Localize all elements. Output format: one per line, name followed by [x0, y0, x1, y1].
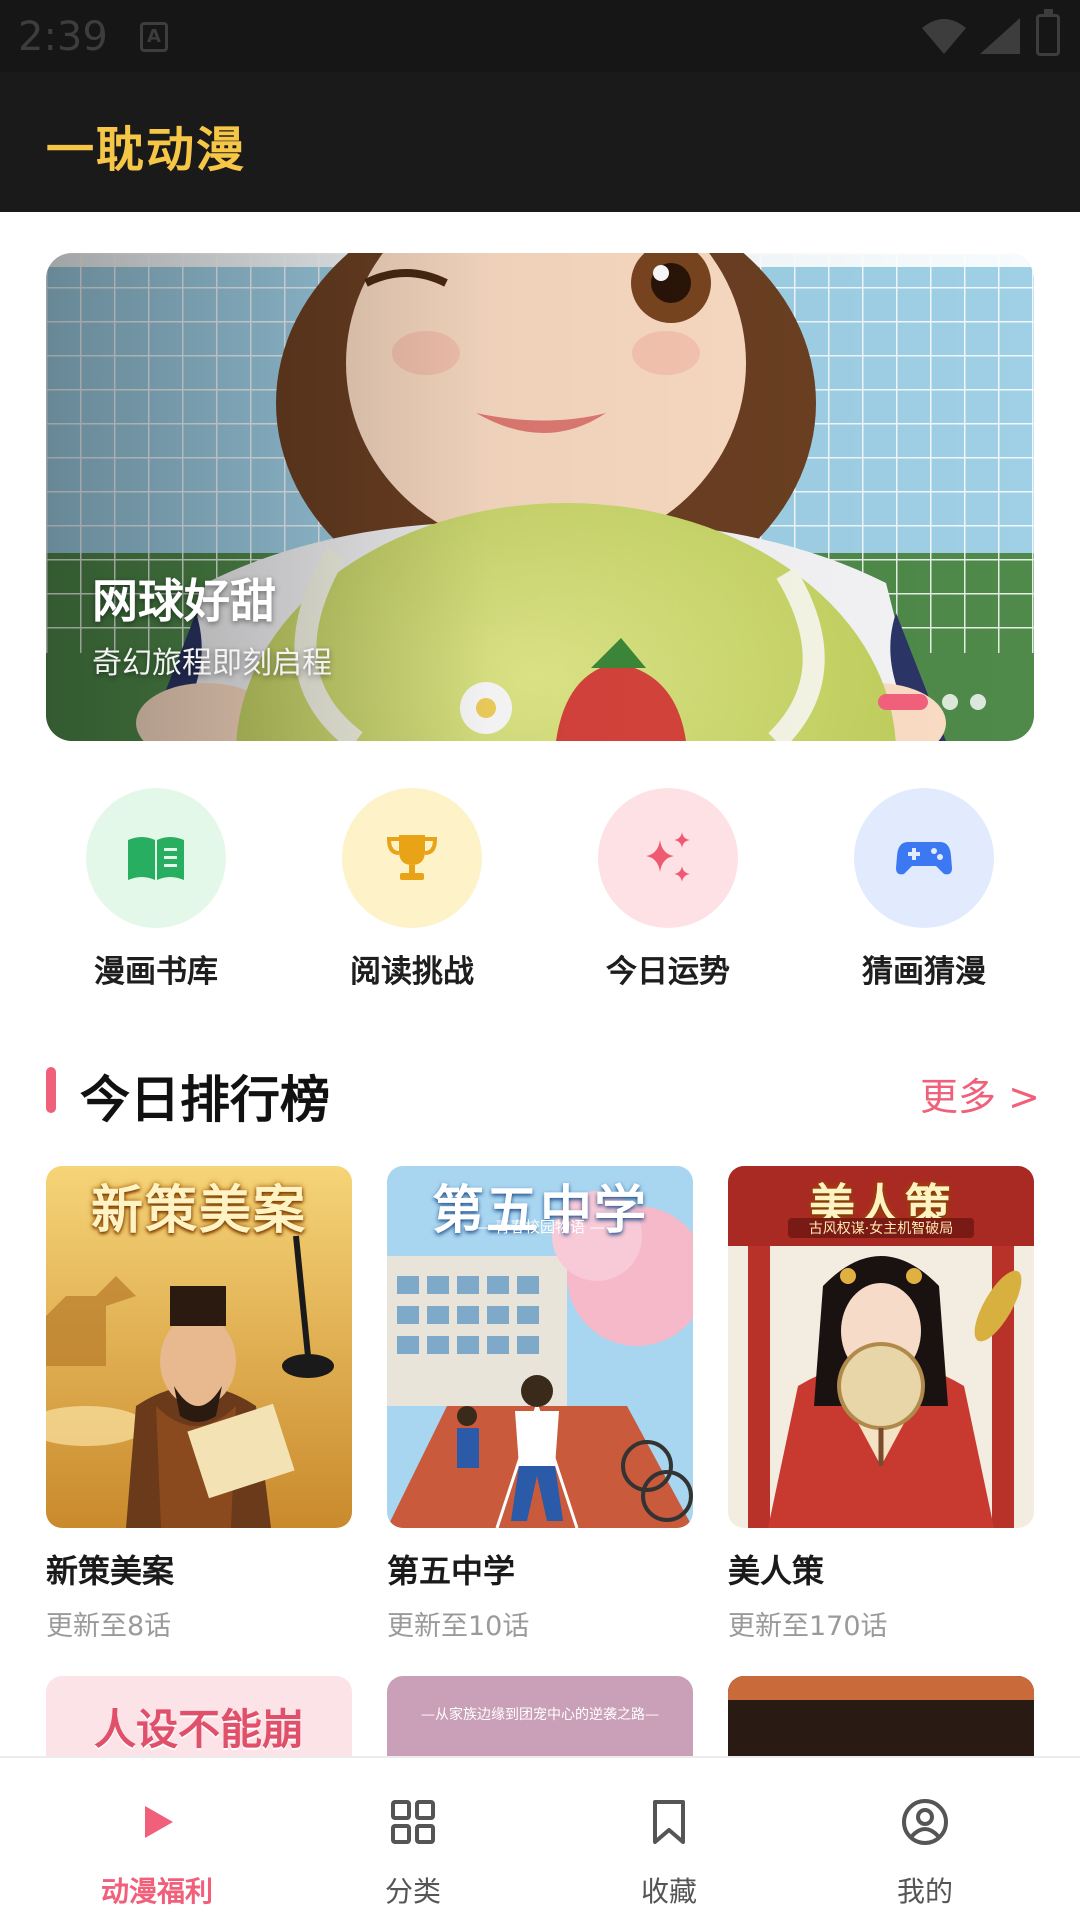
guess-icon-circle	[854, 788, 994, 928]
grid-icon	[391, 1800, 435, 1844]
battery-icon	[1036, 9, 1060, 56]
quick-menu-label: 今日运势	[606, 954, 730, 990]
nav-label: 收藏	[640, 1875, 697, 1908]
quick-menu-label: 阅读挑战	[350, 954, 474, 990]
rank-card-partial[interactable]	[728, 1676, 1034, 1760]
cover-title	[728, 1676, 1034, 1700]
signal-icon	[980, 18, 1020, 54]
comic-name: 美人策	[728, 1552, 825, 1590]
wifi-icon	[922, 19, 966, 54]
cover-title: —从家族边缘到团宠中心的逆袭之路—	[421, 1707, 659, 1723]
nav-item-profile[interactable]: 我的	[790, 1758, 1060, 1920]
carousel-dot[interactable]	[942, 694, 958, 710]
comic-update: 更新至170话	[728, 1611, 888, 1642]
trophy-icon	[386, 835, 438, 880]
section-accent-bar	[46, 1067, 56, 1113]
library-icon-circle	[86, 788, 226, 928]
cover-title: 新策美案	[90, 1180, 307, 1241]
status-time: 2:39	[18, 14, 108, 60]
rank-card-cover: 第五中学 — 青春校园物语 —	[387, 1166, 693, 1528]
banner-carousel[interactable]: 网球好甜 奇幻旅程即刻启程	[46, 253, 1034, 741]
nav-label: 我的	[896, 1875, 953, 1908]
quick-menu-label: 漫画书库	[94, 954, 218, 990]
cover-subtitle: 古风权谋·女主机智破局	[788, 1218, 974, 1238]
book-icon	[128, 837, 184, 880]
quick-menu-guess[interactable]: 猜画猜漫	[854, 788, 994, 990]
rank-card[interactable]: 第五中学 — 青春校园物语 — 第五中学 更新至10话	[387, 1166, 693, 1643]
notification-a-icon: A	[140, 22, 168, 52]
rank-card[interactable]: 美人策 古风权谋·女主机智破局 美人策 更新至170话	[728, 1166, 1034, 1643]
carousel-dot[interactable]	[970, 694, 986, 710]
gamepad-icon	[896, 842, 952, 875]
profile-icon	[902, 1799, 948, 1845]
status-bar: 2:39 A	[0, 0, 1080, 72]
nav-item-welfare[interactable]: 动漫福利	[22, 1758, 292, 1920]
bottom-nav: 动漫福利 分类 收藏 我的	[0, 1756, 1080, 1920]
fortune-icon-circle	[598, 788, 738, 928]
comic-update: 更新至8话	[46, 1611, 172, 1642]
rank-card-partial[interactable]: 人设不能崩	[46, 1676, 352, 1760]
app-title: 一耽动漫	[46, 122, 247, 178]
banner-subtitle: 奇幻旅程即刻启程	[92, 646, 332, 681]
play-icon	[145, 1806, 173, 1838]
cover-title: 人设不能崩	[93, 1705, 304, 1754]
rank-card-cover: 美人策 古风权谋·女主机智破局	[728, 1166, 1034, 1528]
carousel-dot-active[interactable]	[878, 694, 928, 710]
section-title: 今日排行榜	[80, 1071, 330, 1129]
rank-card-cover: 新策美案	[46, 1166, 352, 1528]
sparkle-icon	[646, 832, 690, 882]
nav-label: 分类	[384, 1875, 441, 1908]
banner-title: 网球好甜	[92, 574, 276, 628]
nav-item-category[interactable]: 分类	[278, 1758, 548, 1920]
quick-menu-challenge[interactable]: 阅读挑战	[342, 788, 482, 990]
app-bar: 一耽动漫	[0, 72, 1080, 212]
cover-subtitle: — 青春校园物语 —	[475, 1218, 605, 1236]
more-link[interactable]: 更多 >	[920, 1066, 1040, 1121]
nav-label: 动漫福利	[100, 1875, 213, 1908]
rank-card-partial[interactable]: —从家族边缘到团宠中心的逆袭之路—	[387, 1676, 693, 1760]
rank-card[interactable]: 新策美案 新策美案 更新至8话	[46, 1166, 352, 1643]
quick-menu-label: 猜画猜漫	[862, 954, 986, 990]
challenge-icon-circle	[342, 788, 482, 928]
quick-menu-fortune[interactable]: 今日运势	[598, 788, 738, 990]
quick-menu-library[interactable]: 漫画书库	[86, 788, 226, 990]
bookmark-icon	[653, 1800, 685, 1844]
comic-update: 更新至10话	[387, 1611, 530, 1642]
comic-name: 第五中学	[387, 1552, 516, 1590]
nav-item-favorites[interactable]: 收藏	[534, 1758, 804, 1920]
comic-name: 新策美案	[46, 1552, 175, 1590]
